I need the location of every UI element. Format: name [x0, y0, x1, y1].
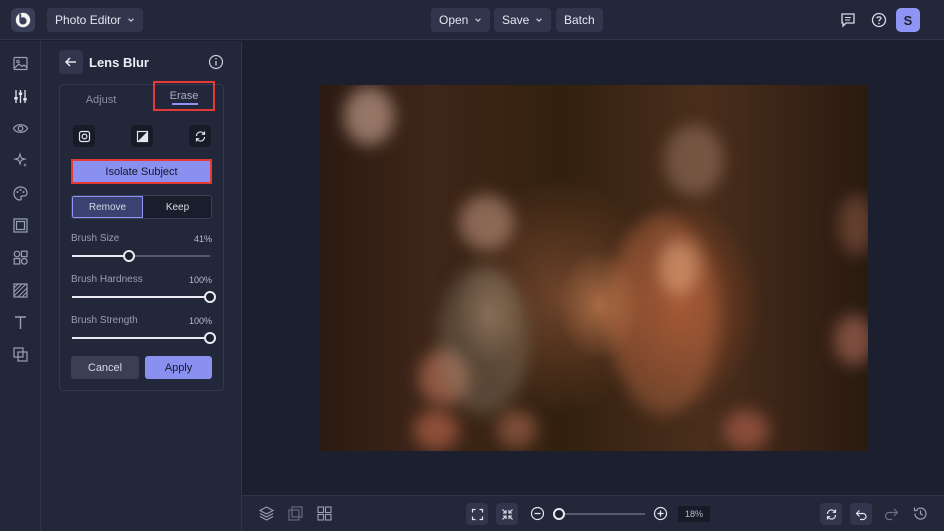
refresh-icon: [195, 130, 205, 142]
palette-icon[interactable]: [12, 185, 29, 202]
batch-button[interactable]: Batch: [556, 8, 603, 32]
arrow-left-icon: [64, 57, 76, 67]
slider-thumb[interactable]: [204, 291, 216, 303]
info-icon[interactable]: [208, 54, 224, 70]
reset-tool-button[interactable]: [189, 125, 211, 147]
tab-erase[interactable]: Erase: [153, 81, 215, 111]
tab-adjust[interactable]: Adjust: [60, 85, 142, 115]
bokeh-light: [459, 195, 514, 250]
app-menu-label: Photo Editor: [55, 13, 122, 27]
layers-icon[interactable]: [258, 505, 275, 522]
zoom-value[interactable]: 18%: [678, 506, 710, 522]
open-menu-button[interactable]: Open: [431, 8, 491, 32]
bokeh-light: [344, 87, 394, 145]
brush-size-slider[interactable]: [72, 250, 210, 262]
zoom-out-icon[interactable]: [529, 505, 546, 522]
zoom-in-icon[interactable]: [652, 505, 669, 522]
bokeh-light: [497, 410, 537, 448]
avatar[interactable]: S: [896, 8, 920, 32]
chevron-down-icon: [536, 18, 543, 23]
actual-size-button[interactable]: [496, 503, 518, 525]
app-menu-button[interactable]: Photo Editor: [47, 8, 144, 32]
zoom-slider[interactable]: [559, 513, 645, 515]
chevron-down-icon: [128, 18, 134, 23]
slider-fill: [72, 255, 129, 257]
remove-mode-button[interactable]: Remove: [72, 196, 143, 218]
help-icon[interactable]: [867, 8, 891, 32]
brush-tool-button[interactable]: [73, 125, 95, 147]
brush-strength-label: Brush Strength: [71, 315, 138, 326]
back-button[interactable]: [59, 50, 83, 74]
cancel-button[interactable]: Cancel: [71, 356, 139, 379]
batch-label: Batch: [564, 13, 595, 27]
slider-thumb[interactable]: [204, 332, 216, 344]
fit-screen-button[interactable]: [466, 503, 488, 525]
rotate-button[interactable]: [820, 503, 842, 525]
brush-hardness-label: Brush Hardness: [71, 274, 143, 285]
shapes-icon[interactable]: [12, 249, 29, 266]
apply-button[interactable]: Apply: [145, 356, 212, 379]
chevron-down-icon: [475, 18, 482, 23]
refresh-icon: [826, 508, 836, 520]
slider-thumb[interactable]: [123, 250, 135, 262]
brush-square-icon: [78, 130, 90, 142]
texture-icon[interactable]: [12, 282, 29, 299]
image-icon[interactable]: [12, 55, 29, 72]
bokeh-light: [839, 195, 868, 255]
adjustments-icon[interactable]: [12, 88, 29, 105]
text-icon[interactable]: [12, 314, 29, 331]
figure-blur: [609, 215, 719, 415]
isolate-subject-button[interactable]: Isolate Subject: [71, 159, 212, 184]
brush-strength-value: 100%: [188, 316, 212, 326]
brush-hardness-slider[interactable]: [72, 291, 216, 303]
save-label: Save: [502, 13, 530, 27]
grid-icon[interactable]: [316, 505, 333, 522]
erase-mode-toggle: Remove Keep: [71, 195, 212, 219]
bottom-toolbar: 18%: [242, 495, 944, 531]
canvas-area: [242, 41, 944, 495]
tool-rail: [0, 41, 41, 531]
save-menu-button[interactable]: Save: [494, 8, 552, 32]
invert-tool-button[interactable]: [131, 125, 153, 147]
keep-mode-button[interactable]: Keep: [143, 196, 211, 218]
panel-title: Lens Blur: [89, 55, 149, 70]
lens-blur-panel: Lens Blur Adjust Erase Isolate Subject R…: [41, 41, 242, 531]
magic-icon[interactable]: [12, 152, 29, 169]
active-tab-indicator: [172, 103, 198, 105]
undo-icon: [855, 509, 867, 520]
collapse-icon: [501, 508, 513, 520]
slider-fill: [72, 296, 210, 298]
brush-strength-slider[interactable]: [72, 332, 216, 344]
overlay-icon[interactable]: [12, 346, 29, 363]
slider-fill: [72, 337, 210, 339]
bokeh-light: [834, 315, 868, 365]
erase-card: Adjust Erase Isolate Subject Remove Keep…: [59, 81, 224, 391]
history-icon[interactable]: [912, 505, 929, 522]
figure-blur: [439, 265, 529, 415]
undo-button[interactable]: [850, 503, 872, 525]
frame-icon[interactable]: [12, 217, 29, 234]
brush-size-value: 41%: [193, 234, 212, 244]
expand-icon: [471, 508, 483, 520]
duplicate-icon[interactable]: [287, 505, 304, 522]
eye-icon[interactable]: [12, 120, 29, 137]
invert-icon: [136, 130, 148, 142]
comment-icon[interactable]: [836, 8, 860, 32]
zoom-slider-thumb[interactable]: [553, 508, 565, 520]
photo-canvas[interactable]: [319, 85, 868, 451]
open-label: Open: [439, 13, 469, 27]
brush-hardness-value: 100%: [188, 275, 212, 285]
bokeh-light: [664, 125, 724, 195]
bokeh-light: [724, 410, 769, 450]
brush-size-label: Brush Size: [71, 233, 120, 244]
bokeh-light: [414, 410, 459, 450]
tab-erase-label: Erase: [169, 90, 199, 102]
logo-icon[interactable]: [11, 8, 35, 32]
redo-icon[interactable]: [883, 505, 900, 522]
top-bar: Photo Editor Open Save Batch S: [0, 0, 944, 40]
